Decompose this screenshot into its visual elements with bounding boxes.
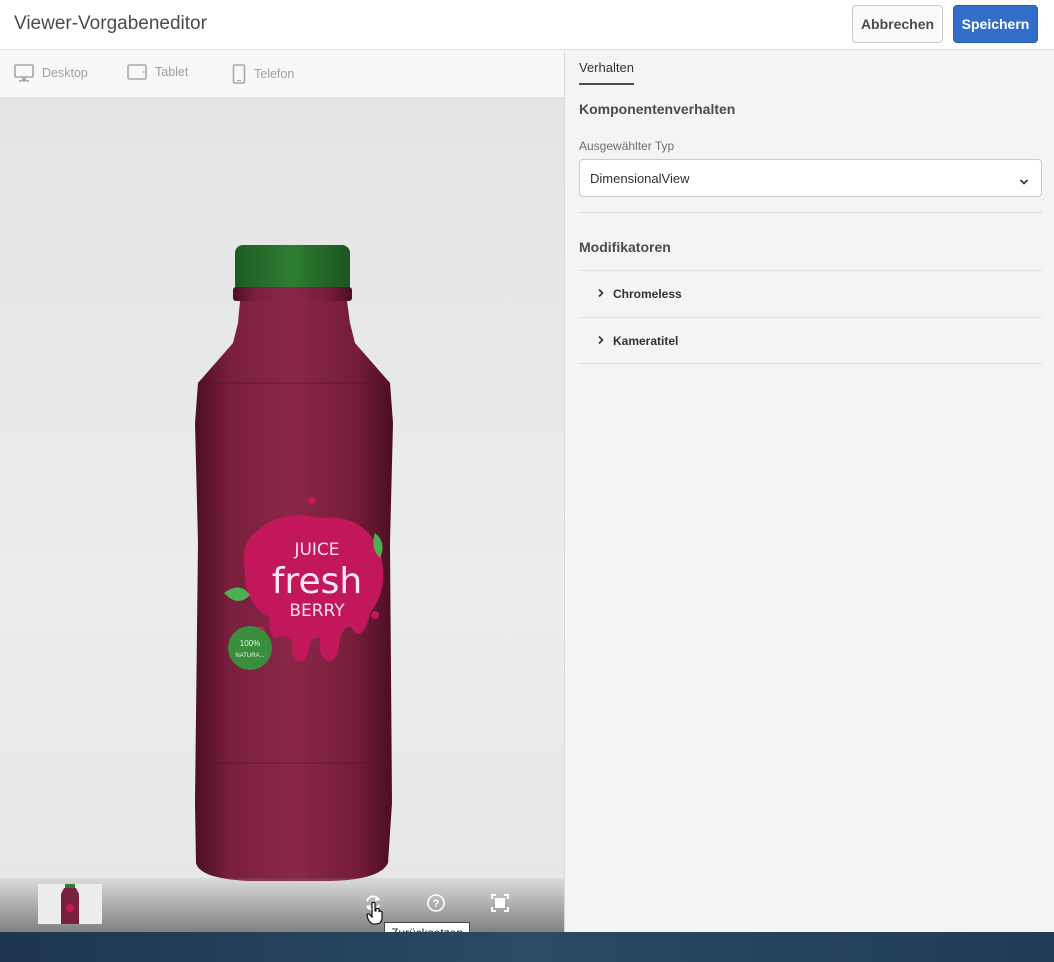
page-title: Viewer-Vorgabeneditor [14,13,207,34]
save-button[interactable]: Speichern [953,5,1038,43]
device-toolbar: Desktop Tablet Telefon [0,50,564,98]
help-button[interactable]: ? [425,892,447,914]
device-tab-label: Desktop [42,66,88,80]
accordion-chromeless[interactable]: Chromeless [579,270,1042,317]
help-icon: ? [425,894,447,918]
badge-text-1: 100% [240,639,260,648]
chevron-right-icon [597,287,613,301]
desktop-icon [14,64,34,82]
component-behavior-heading: Komponentenverhalten [579,101,736,117]
device-tab-label: Telefon [254,67,295,81]
header-bar: Viewer-Vorgabeneditor Abbrechen Speicher… [0,0,1054,50]
label-berry-text: BERRY [289,601,345,621]
label-fresh-text: fresh [272,561,362,602]
chevron-down-icon [1019,174,1029,189]
fullscreen-button[interactable] [489,892,511,914]
device-tab-phone[interactable]: Telefon [232,64,294,84]
device-tab-tablet[interactable]: Tablet [127,64,188,80]
tablet-icon [127,64,147,80]
product-bottle-image: 100% NATURA... JUICE fresh BERRY [190,243,400,883]
thumbnail-swatch[interactable] [38,884,102,924]
phone-icon [232,64,246,84]
modifiers-heading: Modifikatoren [579,239,671,255]
accordion-label: Chromeless [613,287,682,301]
cancel-button[interactable]: Abbrechen [852,5,943,43]
accordion-label: Kameratitel [613,333,679,348]
accordion-camera-title[interactable]: Kameratitel [579,317,1042,364]
chevron-right-icon [597,334,613,348]
badge-text-2: NATURA... [235,653,265,659]
viewer-stage[interactable]: 100% NATURA... JUICE fresh BERRY ? [0,98,564,932]
svg-text:?: ? [433,898,440,910]
preview-pane: Desktop Tablet Telefon 100% NATURA... JU… [0,50,564,932]
type-field-label: Ausgewählter Typ [579,139,675,153]
device-tab-desktop[interactable]: Desktop [14,64,88,82]
hand-cursor-icon [366,901,384,930]
viewer-controls-bar: ? [0,878,564,932]
label-juice-text: JUICE [293,540,339,560]
settings-panel: Verhalten Komponentenverhalten Ausgewähl… [564,50,1054,932]
os-taskbar [0,932,1054,962]
fullscreen-icon [489,894,511,918]
type-select[interactable]: DimensionalView [579,159,1042,197]
section-divider [579,212,1042,213]
type-select-value: DimensionalView [590,170,690,186]
tab-behavior[interactable]: Verhalten [579,60,634,85]
device-tab-label: Tablet [155,65,189,79]
